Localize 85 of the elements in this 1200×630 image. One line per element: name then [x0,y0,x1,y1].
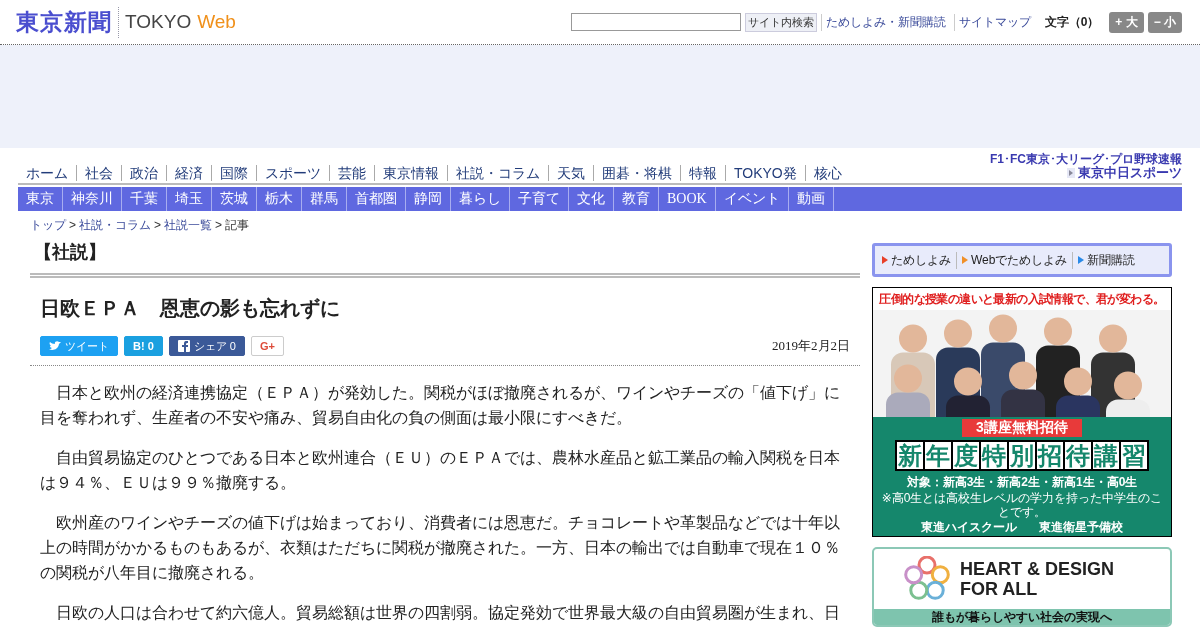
region-link[interactable]: 文化 [569,187,614,211]
breadcrumb-link[interactable]: 社説一覧 [164,218,213,232]
nav-link[interactable]: 核心 [804,165,850,181]
ad-title-char: 度 [953,442,979,469]
logo-subtitle: TOKYO [125,11,192,33]
region-link[interactable]: 東京 [18,187,63,211]
f-logo-icon [177,340,190,352]
nav-link[interactable]: 特報 [680,165,725,181]
subscribe-link[interactable]: 新聞購読 [1072,251,1141,269]
header-link[interactable]: サイトマップ [953,13,1035,31]
region-link[interactable]: 動画 [788,187,834,211]
article-paragraph: 日欧の人口は合わせて約六億人。貿易総額は世界の四割弱。協定発効で世界最大級の自由貿易圏が生まれ、日 [55,603,841,623]
ad-headline: 圧倒的な授業の違いと最新の入試情報で、君が変わる。 [878,291,1166,308]
school-name: 東進衛星予備校 [1039,519,1123,536]
ad-title: FOR ALL [960,579,1039,599]
ad-note: ※高0生とは高校生レベルの学力を持った中学生のことです。 [880,491,1164,519]
current-page-label: 記事 [225,218,250,232]
ad-title-char: 招 [1037,442,1063,469]
subscribe-link[interactable]: ためしよみ [877,251,956,269]
article-paragraph: 自由貿易協定のひとつである日本と欧州連合（ＥＵ）のＥＰＡでは、農林水産品と鉱工業品の輸入関税を日本は９４％、ＥＵは９９％撤廃する。 [40,448,841,493]
ad-title-char: 待 [1065,442,1091,469]
ad-title-char: 特 [981,442,1007,469]
region-link[interactable]: 神奈川 [63,187,122,211]
sports-banner-text[interactable]: F1･FC東京･大リーグ･プロ野球速報 [990,153,1182,165]
search-button[interactable]: サイト内検索 [744,12,817,32]
article-date: 2019年2月2日 [772,337,850,355]
section-title: 【社説】 [30,232,860,278]
nav-link[interactable]: 囲碁・将棋 [593,165,680,181]
nav-link[interactable]: 東京情報 [374,165,447,181]
facebook-share-button[interactable]: シェア 0 [168,336,245,356]
nav-link[interactable]: 社説・コラム [447,165,548,181]
region-link[interactable]: 群馬 [302,187,347,211]
ad-title-char: 新 [897,442,923,469]
search-field[interactable] [570,13,741,31]
school-name: 東進ハイスクール [921,519,1017,536]
region-link[interactable]: 埼玉 [167,187,212,211]
breadcrumb-link[interactable]: トップ [30,218,66,232]
ad-title-char: 講 [1093,442,1119,469]
ad-title-char: 別 [1009,442,1035,469]
region-link[interactable]: 暮らし [451,187,510,211]
breadcrumb-separator: > [154,218,162,232]
nav-link[interactable]: スポーツ [256,165,329,181]
google-plus-button[interactable]: G+ [251,336,284,356]
subscribe-link[interactable]: Webでためしよみ [956,251,1073,269]
region-link[interactable]: 子育て [510,187,569,211]
ad-badge: 3講座無料招待 [962,419,1082,437]
region-link[interactable]: 首都圏 [347,187,406,211]
region-link[interactable]: 茨城 [212,187,257,211]
ad-title-char: 習 [1121,442,1147,469]
nav-link[interactable]: ホーム [22,165,76,181]
region-link[interactable]: 静岡 [406,187,451,211]
ad-target-text: 対象：新高3生・新高2生・新高1生・高0生 [906,474,1138,491]
newspaper-logo[interactable]: 東京新聞 [16,6,119,38]
nav-link[interactable]: 芸能 [329,165,374,181]
ad-title: HEART & DESIGN [960,559,1114,579]
nav-link[interactable]: TOKYO発 [725,165,805,181]
nav-link[interactable]: 国際 [211,165,256,181]
bird-icon [49,341,61,351]
breadcrumb-separator: > [215,218,223,232]
region-link[interactable]: BOOK [659,187,716,211]
nav-link[interactable]: 政治 [121,165,166,181]
ad-title-char: 年 [925,442,951,469]
nav-link[interactable]: 経済 [166,165,211,181]
caret-icon [1067,167,1075,178]
header-link[interactable]: ためしよみ・新聞購読 [820,13,950,31]
region-link[interactable]: イベント [715,187,789,211]
region-link[interactable]: 栃木 [257,187,302,211]
font-size-button[interactable]: − 小 [1147,11,1182,33]
design-ad[interactable]: HEART & DESIGN FOR ALL 誰もが暮らしやすい社会の実現へ [872,547,1172,627]
font-size-button[interactable]: + 大 [1109,11,1144,33]
sports-banner-link[interactable]: 東京中日スポーツ [1067,165,1182,180]
region-link[interactable]: 千葉 [122,187,167,211]
flower-logo-icon [904,556,950,602]
ad-caption: 誰もが暮らしやすい社会の実現へ [874,609,1170,625]
article-paragraph: 欧州産のワインやチーズの値下げは始まっており、消費者には恩恵だ。チョコレートや革製品などでは十年以上の時間がかかるものもあるが、衣類はただちに関税が撤廃された。一方、日本の輸出では自動車で現在１０％の関税が八年目に撤廃される。 [40,513,841,583]
font-size-label: 文字（0） [1044,13,1100,31]
nav-link[interactable]: 天気 [548,165,593,181]
article-paragraph: 日本と欧州の経済連携協定（ＥＰＡ）が発効した。関税がほぼ撤廃されるが、ワインやチーズの「値下げ」に目を奪われず、生産者の不安や痛み、貿易自由化の負の側面は最小限にすべきだ。 [40,383,841,428]
article-title: 日欧ＥＰＡ 恩恵の影も忘れずに [40,296,341,320]
region-link[interactable]: 教育 [614,187,659,211]
nav-link[interactable]: 社会 [76,165,121,181]
breadcrumb-separator: > [69,218,76,232]
school-ad[interactable]: 圧倒的な授業の違いと最新の入試情報で、君が変わる。 3講座無料招待 新 年 度 特 別 招 待 講 習 対象：新高3生・新高2生・新高1生・高0生 ※高0生とは高校生レベルの学力を持った中学生のことです。 東進ハイスクール 東進衛星予備校 [872,287,1172,537]
logo-subtitle: Web [197,11,236,33]
breadcrumb-link[interactable]: 社説・コラム [79,218,151,232]
